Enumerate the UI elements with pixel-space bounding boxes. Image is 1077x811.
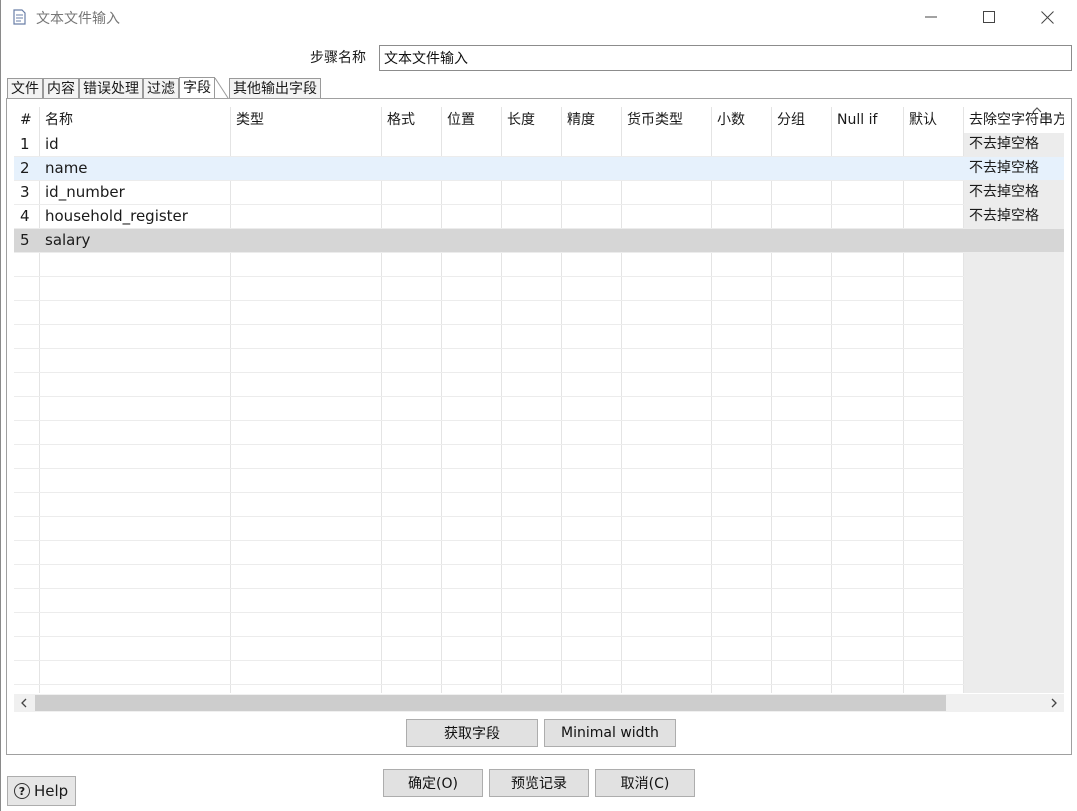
trim-type-cell[interactable]: 不去掉空格 (963, 157, 1064, 181)
trim-type-cell[interactable]: 不去掉空格 (963, 181, 1064, 205)
empty-row (14, 493, 1064, 517)
empty-row (14, 253, 1064, 277)
trim-type-cell[interactable]: 不去掉空格 (963, 133, 1064, 157)
document-icon (13, 9, 26, 25)
empty-row (14, 565, 1064, 589)
table-header: # 名称 类型 格式 位置 长度 精度 货币类型 小数 分组 Null if 默… (14, 107, 1064, 133)
col-header-precision[interactable]: 精度 (561, 107, 621, 133)
row-index: 2 (20, 159, 30, 177)
field-name-cell[interactable]: id (39, 133, 230, 157)
minimize-button[interactable] (908, 0, 954, 34)
tab-file[interactable]: 文件 (7, 78, 43, 99)
col-header-name[interactable]: 名称 (39, 107, 230, 133)
row-index: 1 (20, 135, 30, 153)
empty-row (14, 301, 1064, 325)
col-header-currency[interactable]: 货币类型 (621, 107, 711, 133)
empty-row (14, 277, 1064, 301)
close-icon (1040, 10, 1054, 24)
col-header-position[interactable]: 位置 (441, 107, 501, 133)
window-title: 文本文件输入 (36, 11, 120, 27)
col-header-decimal[interactable]: 小数 (711, 107, 771, 133)
col-header-format[interactable]: 格式 (381, 107, 441, 133)
get-fields-button[interactable]: 获取字段 (406, 719, 538, 747)
field-name-cell[interactable]: name (39, 157, 230, 181)
trim-type-cell[interactable]: 不去掉空格 (963, 205, 1064, 229)
step-name-input[interactable] (379, 45, 1072, 71)
field-name-cell[interactable]: id_number (39, 181, 230, 205)
empty-row (14, 517, 1064, 541)
row-index: 5 (20, 231, 30, 249)
empty-row (14, 661, 1064, 685)
minimize-icon (925, 16, 937, 18)
empty-row (14, 541, 1064, 565)
trim-type-cell[interactable] (963, 229, 1064, 253)
empty-row (14, 349, 1064, 373)
col-header-index[interactable]: # (14, 107, 39, 133)
tab-content[interactable]: 内容 (43, 78, 79, 99)
help-label: Help (34, 782, 69, 800)
scroll-thumb[interactable] (35, 695, 946, 711)
empty-row (14, 589, 1064, 613)
empty-row (14, 373, 1064, 397)
table-row[interactable]: 5 salary (14, 229, 1064, 253)
tab-other-output-fields[interactable]: 其他输出字段 (229, 78, 321, 99)
maximize-icon (983, 11, 995, 23)
close-button[interactable] (1024, 0, 1070, 34)
empty-row (14, 325, 1064, 349)
ok-button[interactable]: 确定(O) (383, 769, 483, 797)
row-index: 3 (20, 183, 30, 201)
empty-row (14, 421, 1064, 445)
scroll-left-button[interactable] (14, 694, 34, 712)
step-name-label: 步骤名称 (310, 50, 366, 66)
empty-row (14, 469, 1064, 493)
col-header-default[interactable]: 默认 (903, 107, 963, 133)
preview-button[interactable]: 预览记录 (489, 769, 589, 797)
minimal-width-button[interactable]: Minimal width (544, 719, 676, 747)
tab-error-handling[interactable]: 错误处理 (79, 78, 143, 99)
scroll-up-icon[interactable] (1030, 104, 1044, 116)
empty-row (14, 397, 1064, 421)
col-header-trim-type[interactable]: 去除空字符串方 (963, 107, 1064, 133)
cancel-button[interactable]: 取消(C) (595, 769, 695, 797)
field-name-cell[interactable]: salary (39, 229, 230, 253)
help-icon: ? (14, 783, 30, 799)
help-button[interactable]: ? Help (7, 776, 76, 806)
empty-row (14, 637, 1064, 661)
col-header-type[interactable]: 类型 (230, 107, 381, 133)
col-header-null-if[interactable]: Null if (831, 107, 903, 133)
tab-notch (215, 77, 229, 99)
empty-row (14, 613, 1064, 637)
scroll-right-button[interactable] (1044, 694, 1064, 712)
table-row[interactable]: 4 household_register 不去掉空格 (14, 205, 1064, 229)
tab-bar: 文件 内容 错误处理 过滤 字段 其他输出字段 (7, 77, 321, 99)
maximize-button[interactable] (966, 0, 1012, 34)
col-header-group[interactable]: 分组 (771, 107, 831, 133)
chevron-right-icon (1051, 698, 1057, 708)
empty-row (14, 445, 1064, 469)
horizontal-scrollbar[interactable] (14, 694, 1064, 712)
table-row[interactable]: 3 id_number 不去掉空格 (14, 181, 1064, 205)
title-bar: 文本文件输入 (0, 0, 1077, 34)
chevron-left-icon (21, 698, 27, 708)
col-header-length[interactable]: 长度 (501, 107, 561, 133)
tab-filter[interactable]: 过滤 (143, 78, 179, 99)
table-row[interactable]: 2 name 不去掉空格 (14, 157, 1064, 181)
field-name-cell[interactable]: household_register (39, 205, 230, 229)
fields-table: # 名称 类型 格式 位置 长度 精度 货币类型 小数 分组 Null if 默… (14, 107, 1064, 693)
table-row[interactable]: 1 id 不去掉空格 (14, 133, 1064, 157)
row-index: 4 (20, 207, 30, 225)
tab-fields[interactable]: 字段 (179, 77, 215, 99)
